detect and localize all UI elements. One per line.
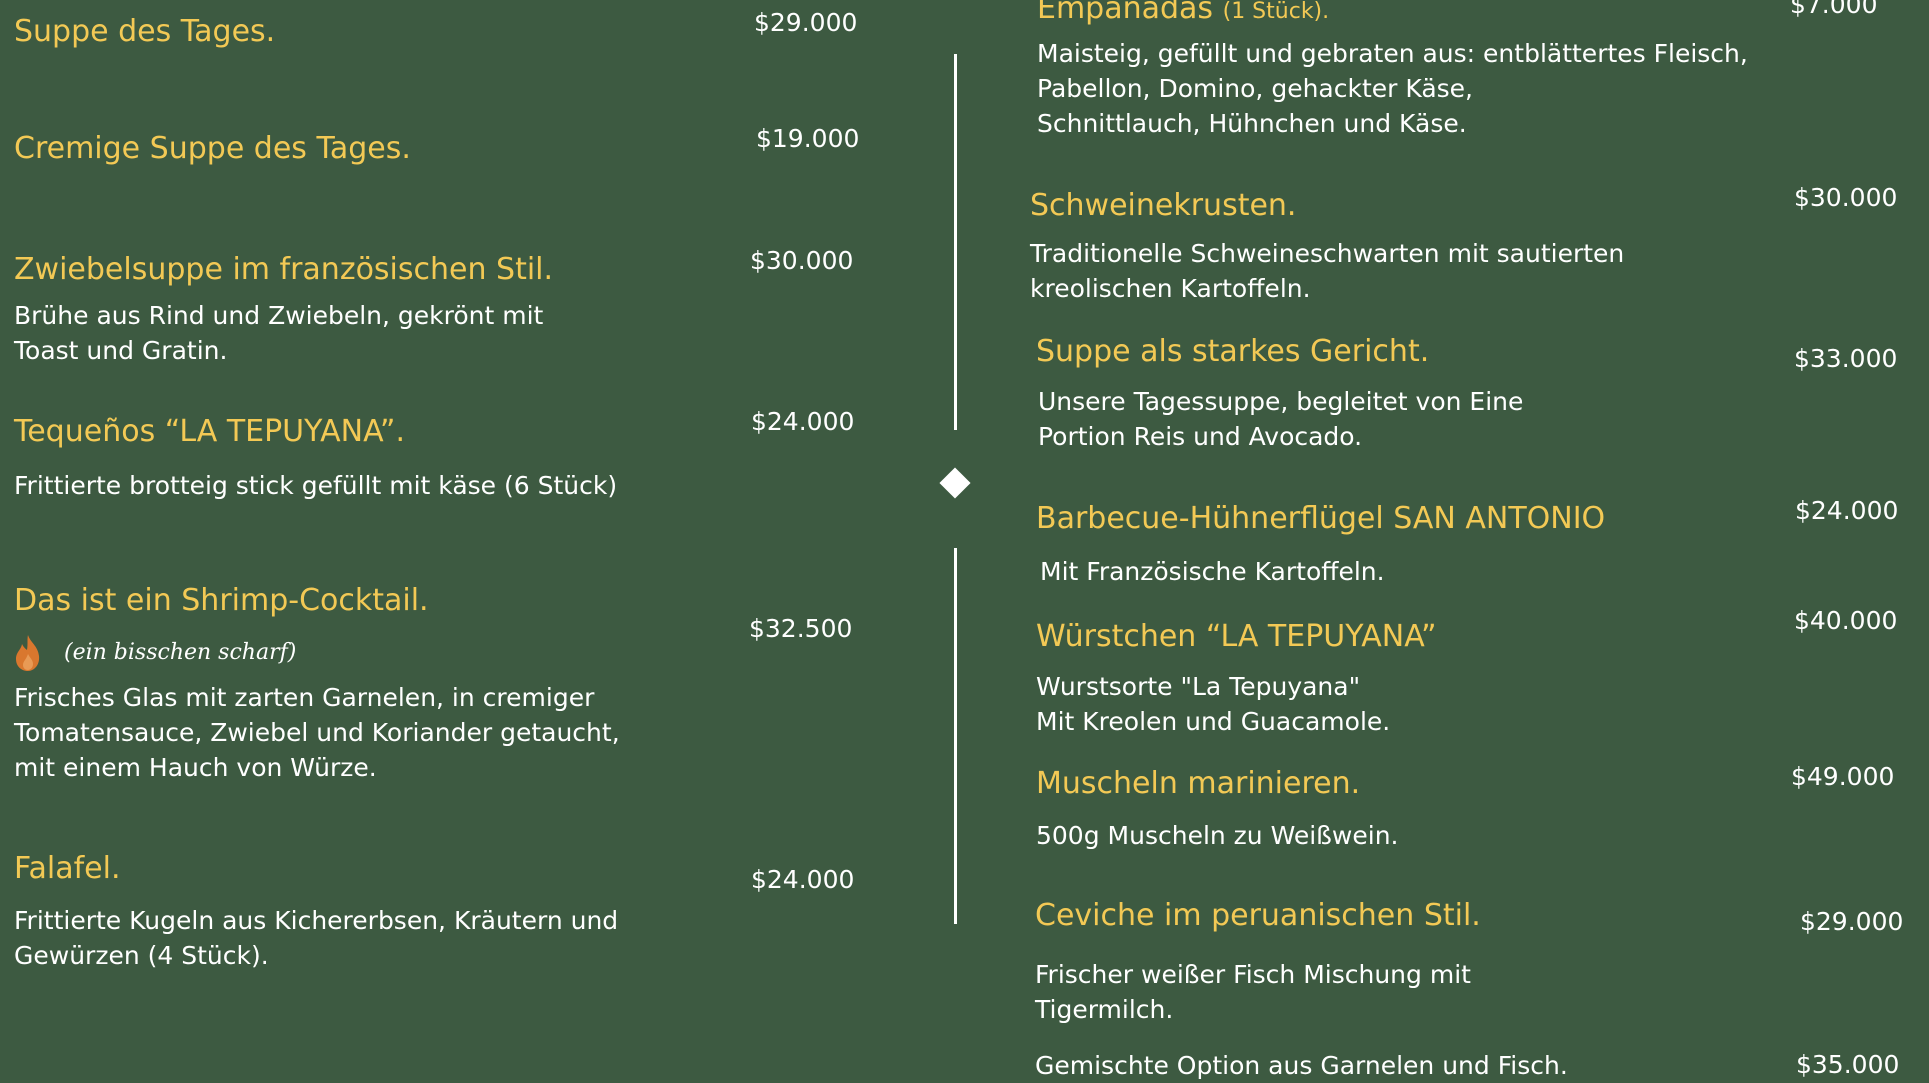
item-description: Unsere Tagessuppe, begleitet von Eine <box>1038 387 1524 416</box>
item-description: Mit Kreolen und Guacamole. <box>1036 707 1391 736</box>
divider-line-top <box>954 54 957 430</box>
item-description: Tomatensauce, Zwiebel und Koriander geta… <box>14 718 620 747</box>
item-price: $24.000 <box>751 865 855 894</box>
item-description: Frisches Glas mit zarten Garnelen, in cr… <box>14 683 595 712</box>
item-price: $40.000 <box>1794 606 1898 635</box>
item-price: $24.000 <box>1795 496 1899 525</box>
flame-icon <box>16 635 40 671</box>
item-description: Mit Französische Kartoffeln. <box>1040 557 1385 586</box>
item-description: Traditionelle Schweineschwarten mit saut… <box>1030 239 1625 268</box>
item-price: $33.000 <box>1794 344 1898 373</box>
item-description: Schnittlauch, Hühnchen und Käse. <box>1037 109 1467 138</box>
item-title: Muscheln marinieren. <box>1036 766 1361 801</box>
item-price: $49.000 <box>1791 762 1895 791</box>
item-description: Gemischte Option aus Garnelen und Fisch. <box>1035 1051 1568 1080</box>
item-description: Gewürzen (4 Stück). <box>14 941 269 970</box>
diamond-ornament-icon <box>939 467 971 499</box>
menu-page: Suppe des Tages. $29.000 Cremige Suppe d… <box>0 0 1929 1081</box>
item-title: Tequeños “LA TEPUYANA”. <box>14 414 405 449</box>
item-description: Frittierte Kugeln aus Kichererbsen, Kräu… <box>14 906 619 935</box>
item-price: $7.000 <box>1790 0 1878 19</box>
item-title: Barbecue-Hühnerflügel SAN ANTONIO <box>1036 501 1606 536</box>
item-title: Empanadas (1 Stück). <box>1037 0 1329 30</box>
item-description: Brühe aus Rind und Zwiebeln, gekrönt mit <box>14 301 544 330</box>
item-description: Tigermilch. <box>1035 995 1174 1024</box>
item-title: Ceviche im peruanischen Stil. <box>1035 898 1481 933</box>
item-title: Würstchen “LA TEPUYANA” <box>1036 619 1437 654</box>
item-price: $29.000 <box>1800 907 1904 936</box>
item-price: $35.000 <box>1796 1050 1900 1079</box>
item-price: $32.500 <box>749 614 853 643</box>
item-price: $29.000 <box>754 8 858 37</box>
item-description: Pabellon, Domino, gehackter Käse, <box>1037 74 1473 103</box>
item-description: mit einem Hauch von Würze. <box>14 753 377 782</box>
item-description: 500g Muscheln zu Weißwein. <box>1036 821 1399 850</box>
item-title-text: Empanadas <box>1037 0 1214 26</box>
item-price: $30.000 <box>750 246 854 275</box>
spicy-note: (ein bisschen scharf) <box>64 640 297 665</box>
item-description: Wurstsorte "La Tepuyana" <box>1036 672 1361 701</box>
item-description: Portion Reis und Avocado. <box>1038 422 1363 451</box>
item-description: Frittierte brotteig stick gefüllt mit kä… <box>14 471 618 500</box>
item-title-note: (1 Stück). <box>1222 0 1330 24</box>
item-title: Suppe als starkes Gericht. <box>1036 334 1430 369</box>
item-price: $19.000 <box>756 124 860 153</box>
item-description: Frischer weißer Fisch Mischung mit <box>1035 960 1471 989</box>
item-title: Suppe des Tages. <box>14 14 276 49</box>
item-title: Falafel. <box>14 851 121 886</box>
item-price: $24.000 <box>751 407 855 436</box>
item-title: Schweinekrusten. <box>1030 188 1297 223</box>
item-price: $30.000 <box>1794 183 1898 212</box>
item-title: Das ist ein Shrimp-Cocktail. <box>14 583 429 618</box>
item-description: kreolischen Kartoffeln. <box>1030 274 1311 303</box>
divider-line-bottom <box>954 548 957 924</box>
item-description: Maisteig, gefüllt und gebraten aus: entb… <box>1037 39 1748 68</box>
item-description: Toast und Gratin. <box>14 336 228 365</box>
item-title: Zwiebelsuppe im französischen Stil. <box>14 252 554 287</box>
item-title: Cremige Suppe des Tages. <box>14 131 411 166</box>
